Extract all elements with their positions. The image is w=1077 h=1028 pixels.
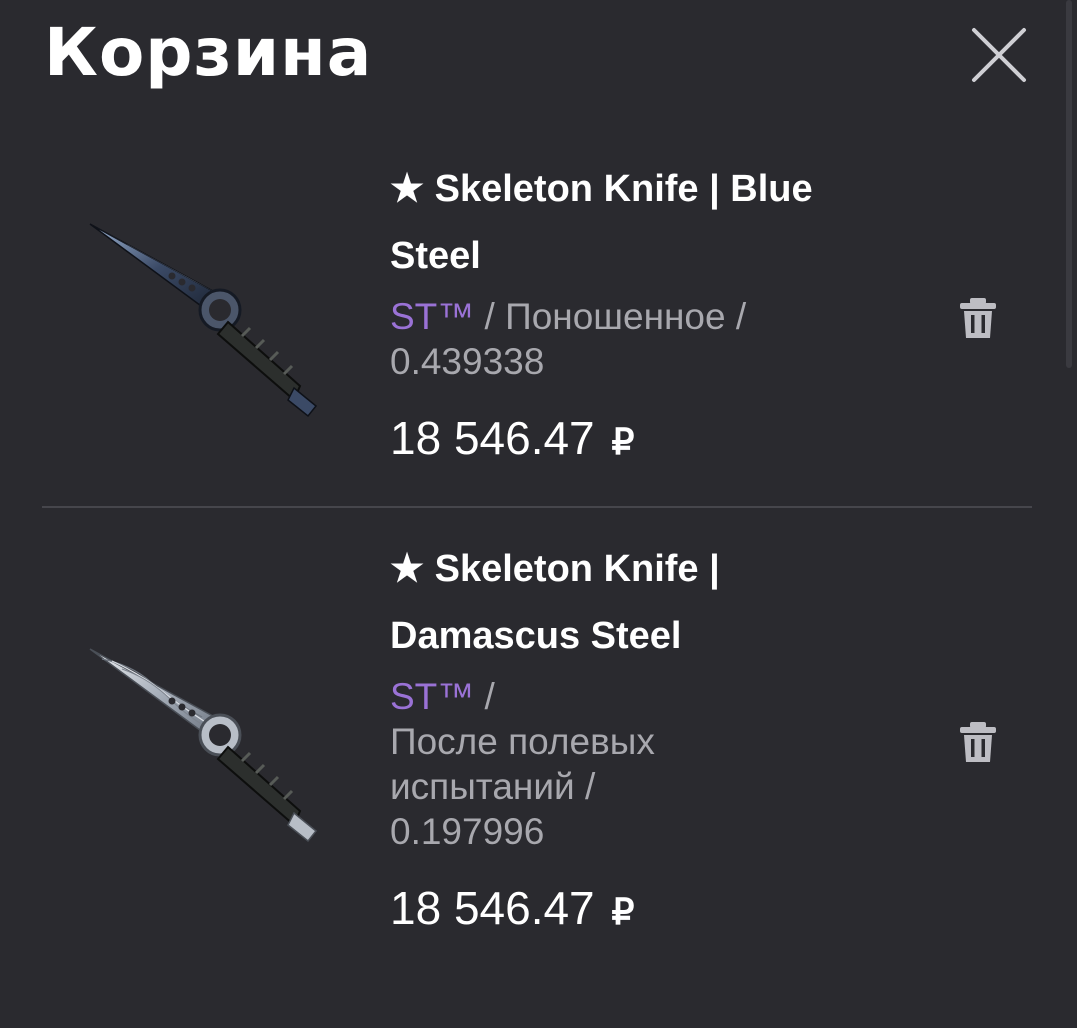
- item-details: ★ Skeleton Knife | Damascus Steel ST™ / …: [390, 536, 910, 942]
- knife-blue-steel-image: [72, 210, 332, 450]
- item-price: 18 546.47 ₽: [390, 878, 910, 942]
- item-details: ★ Skeleton Knife | Blue Steel ST™ / Поно…: [390, 156, 910, 472]
- cart-item: ★ Skeleton Knife | Damascus Steel ST™ / …: [0, 520, 1077, 980]
- stattrak-badge: ST™: [390, 676, 475, 717]
- page-title: Корзина: [44, 14, 373, 91]
- item-meta: ST™ / После полевых испытаний / 0.197996: [390, 674, 910, 854]
- close-button[interactable]: [968, 24, 1030, 86]
- close-icon: [972, 28, 1026, 82]
- item-float: 0.439338: [390, 341, 545, 382]
- item-name-line: ★ Skeleton Knife | Blue: [390, 168, 813, 210]
- item-name[interactable]: ★ Skeleton Knife | Blue Steel: [390, 156, 910, 290]
- item-name-line: Damascus Steel: [390, 615, 682, 657]
- item-name-line: ★ Skeleton Knife |: [390, 548, 720, 590]
- item-meta: ST™ / Поношенное / 0.439338: [390, 294, 910, 384]
- currency-symbol: ₽: [611, 891, 635, 932]
- item-wear: / Поношенное /: [474, 296, 747, 337]
- price-value: 18 546.47: [390, 882, 595, 934]
- item-price: 18 546.47 ₽: [390, 408, 910, 472]
- delete-item-button[interactable]: [958, 720, 998, 764]
- trash-icon: [960, 722, 996, 762]
- item-float: 0.197996: [390, 811, 545, 852]
- currency-symbol: ₽: [611, 421, 635, 462]
- item-divider: [42, 506, 1032, 508]
- trash-icon: [960, 298, 996, 338]
- item-name-line: Steel: [390, 235, 481, 277]
- item-wear: После полевых: [390, 721, 655, 762]
- delete-item-button[interactable]: [958, 296, 998, 340]
- item-name[interactable]: ★ Skeleton Knife | Damascus Steel: [390, 536, 910, 670]
- knife-damascus-steel-image: [72, 635, 332, 875]
- cart-item: ★ Skeleton Knife | Blue Steel ST™ / Поно…: [0, 140, 1077, 506]
- item-wear: испытаний /: [390, 766, 596, 807]
- stattrak-badge: ST™: [390, 296, 475, 337]
- item-wear-separator: /: [474, 676, 495, 717]
- cart-screen: Корзина ★ Skeleton Knife | Blue Steel ST…: [0, 0, 1077, 1028]
- price-value: 18 546.47: [390, 412, 595, 464]
